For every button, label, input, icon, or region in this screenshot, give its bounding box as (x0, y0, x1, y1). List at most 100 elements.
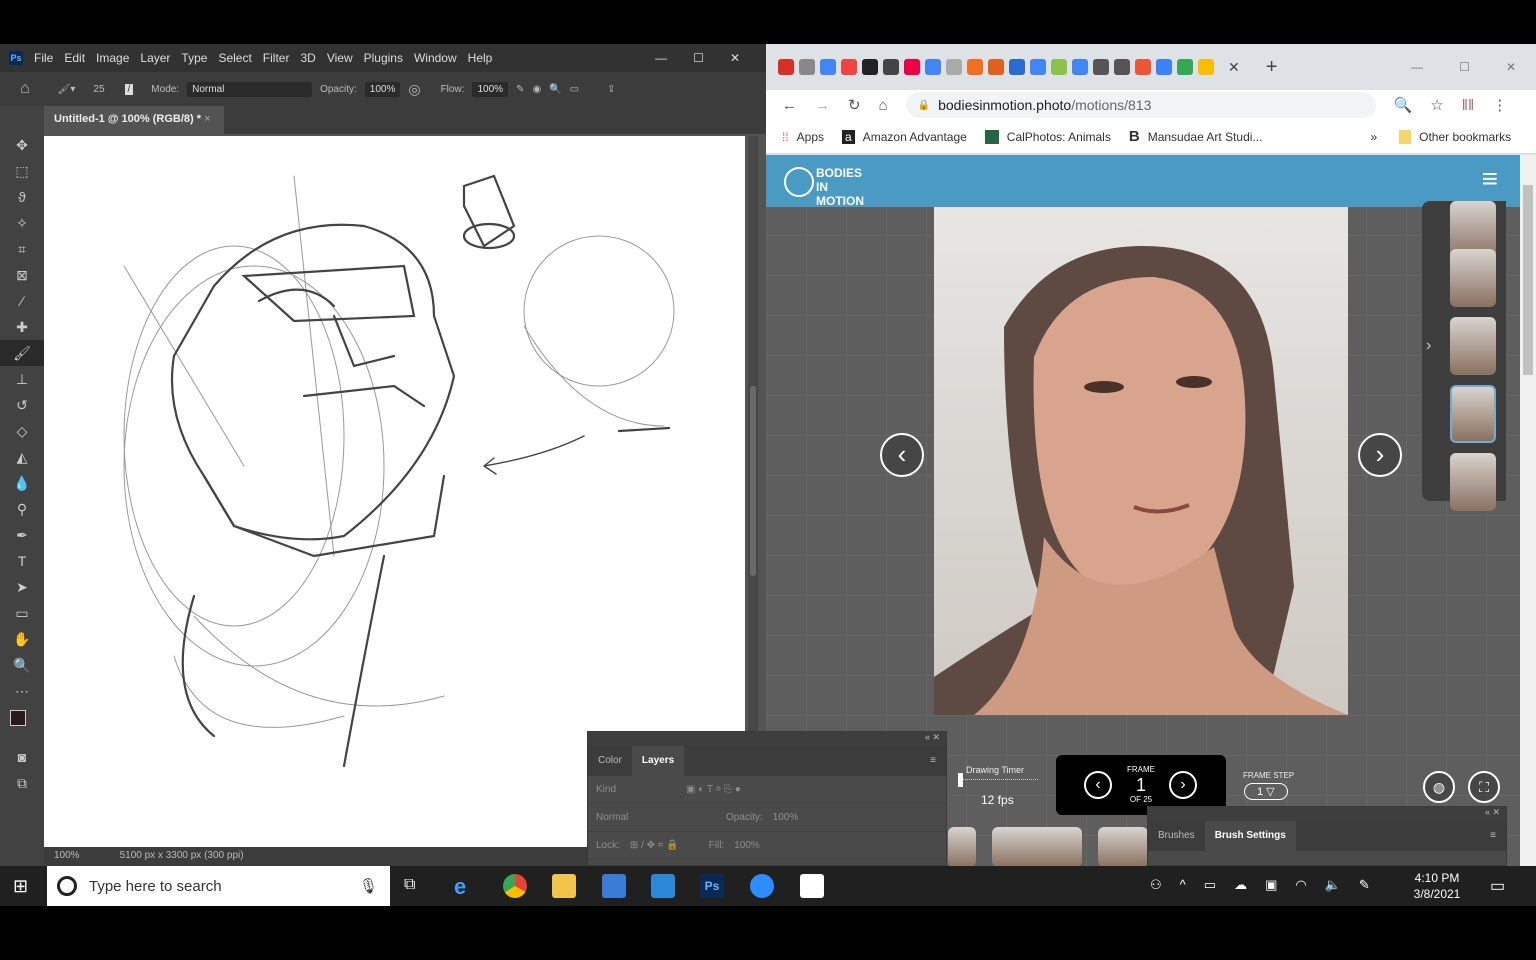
home-icon[interactable]: ⌂ (879, 97, 888, 114)
frame-tool-icon[interactable]: ⊠ (0, 262, 44, 288)
next-frame-button[interactable]: › (1169, 771, 1197, 799)
close-icon[interactable]: ✕ (1506, 60, 1516, 74)
browser-tab[interactable] (925, 59, 941, 75)
browser-tab[interactable] (904, 59, 920, 75)
browser-tab[interactable] (1135, 59, 1151, 75)
app-icon[interactable] (800, 874, 824, 898)
menu-help[interactable]: Help (468, 51, 493, 65)
bookmark-star-icon[interactable]: ☆ (1430, 96, 1443, 114)
blend-mode-select[interactable]: Normal (596, 812, 716, 823)
magic-wand-tool-icon[interactable]: ✧ (0, 210, 44, 236)
browser-tab[interactable] (1198, 59, 1214, 75)
file-explorer-icon[interactable] (552, 874, 576, 898)
tab-layers[interactable]: Layers (631, 746, 685, 776)
photoshop-taskbar-icon[interactable]: Ps (700, 874, 724, 898)
more-tools-icon[interactable]: ⋯ (0, 678, 44, 704)
dodge-tool-icon[interactable]: ⚲ (0, 496, 44, 522)
profile-icon[interactable]: ǁǁ (1462, 97, 1474, 114)
quick-mask-icon[interactable]: ◙ (0, 744, 44, 770)
bookmark-mansudae[interactable]: Mansudae Art Studi... (1148, 130, 1263, 144)
chrome-icon[interactable] (503, 874, 527, 898)
mode-select[interactable]: Normal (187, 81, 313, 97)
browser-tab[interactable] (820, 59, 836, 75)
browser-tab[interactable] (883, 59, 899, 75)
filmstrip-frame[interactable] (1098, 827, 1148, 867)
marquee-tool-icon[interactable]: ⬚ (0, 158, 44, 184)
minimize-icon[interactable]: — (655, 51, 667, 65)
thumbnail[interactable] (1450, 249, 1496, 307)
url-input[interactable]: 🔒 bodiesinmotion.photo/motions/813 (905, 92, 1376, 118)
menu-edit[interactable]: Edit (64, 51, 85, 65)
bookmark-apps[interactable]: Apps (797, 130, 824, 144)
bucket-tool-icon[interactable]: ◭ (0, 444, 44, 470)
browser-tab[interactable] (1114, 59, 1130, 75)
close-icon[interactable]: ✕ (730, 51, 740, 65)
browser-tab[interactable] (1051, 59, 1067, 75)
fullscreen-button[interactable]: ⛶ (1468, 771, 1500, 803)
task-view-icon[interactable]: ⧉ (404, 876, 415, 894)
volume-icon[interactable]: 🔈 (1325, 877, 1341, 893)
pen-icon[interactable]: ✎ (1359, 877, 1370, 893)
browser-tab[interactable] (1030, 59, 1046, 75)
rectangle-tool-icon[interactable]: ▭ (0, 600, 44, 626)
new-tab-button[interactable]: + (1266, 56, 1278, 79)
menu-window[interactable]: Window (414, 51, 457, 65)
healing-tool-icon[interactable]: ✚ (0, 314, 44, 340)
tab-color[interactable]: Color (588, 746, 632, 776)
maximize-icon[interactable]: ☐ (693, 51, 704, 65)
browser-tab[interactable] (1177, 59, 1193, 75)
menu-file[interactable]: File (34, 51, 53, 65)
timer-slider[interactable] (958, 773, 1038, 787)
zoom-tool-icon[interactable]: 🔍 (0, 652, 44, 678)
windows-start-icon[interactable]: ⊞ (13, 876, 28, 897)
menu-view[interactable]: View (327, 51, 353, 65)
move-tool-icon[interactable]: ✥ (0, 132, 44, 158)
people-icon[interactable]: ⚇ (1150, 877, 1162, 893)
zoom-level[interactable]: 100% (54, 850, 80, 863)
menu-filter[interactable]: Filter (263, 51, 290, 65)
reload-icon[interactable]: ↻ (848, 96, 861, 114)
menu-type[interactable]: Type (181, 51, 207, 65)
panel-menu-icon[interactable]: ≡ (1480, 821, 1506, 851)
battery-icon[interactable]: ▭ (1204, 877, 1216, 893)
flow-field[interactable]: 100% (472, 81, 509, 97)
browser-tab[interactable] (841, 59, 857, 75)
notifications-icon[interactable]: ▭ (1490, 876, 1505, 896)
panel-collapse-close[interactable]: « ✕ (588, 732, 946, 746)
fill-field[interactable]: 100% (734, 840, 760, 851)
wifi-icon[interactable]: ◠ (1295, 877, 1306, 893)
bookmark-calphotos[interactable]: CalPhotos: Animals (1007, 130, 1111, 144)
brush-panel-toggle-icon[interactable]: / (124, 83, 134, 95)
pressure-opacity-icon[interactable]: ◎ (408, 81, 420, 98)
menu-image[interactable]: Image (96, 51, 129, 65)
blur-tool-icon[interactable]: 💧 (0, 470, 44, 496)
pen-tool-icon[interactable]: ✒ (0, 522, 44, 548)
browser-tab[interactable] (799, 59, 815, 75)
taskbar-search[interactable]: Type here to search 🎙 (47, 866, 390, 906)
menu-select[interactable]: Select (218, 51, 251, 65)
thumbnail[interactable] (1450, 453, 1496, 511)
smoothing-icon[interactable]: ◉ (532, 84, 541, 95)
close-tab-icon[interactable]: × (204, 113, 210, 125)
menu-plugins[interactable]: Plugins (364, 51, 403, 65)
forward-icon[interactable]: → (815, 97, 830, 114)
tab-brush-settings[interactable]: Brush Settings (1204, 821, 1296, 851)
lock-icons[interactable]: ⊞ / ✥ ⌗ 🔒 (630, 840, 679, 851)
edge-icon[interactable]: e (454, 874, 478, 899)
browser-tab[interactable] (1009, 59, 1025, 75)
clock[interactable]: 4:10 PM 3/8/2021 (1412, 870, 1462, 902)
bookmark-amazon-advantage[interactable]: Amazon Advantage (863, 130, 967, 144)
page-scrollbar[interactable] (1520, 155, 1536, 866)
eyedropper-tool-icon[interactable]: ⁄ (0, 288, 44, 314)
zoom-icon[interactable]: 🔍 (1394, 96, 1413, 114)
browser-tab[interactable] (1156, 59, 1172, 75)
previous-motion-button[interactable]: ‹ (880, 433, 924, 477)
screen-mode-icon[interactable]: ⧉ (0, 770, 44, 796)
browser-tab[interactable] (1072, 59, 1088, 75)
workspace-icon[interactable]: ▭ (570, 84, 579, 95)
panel-collapse-close[interactable]: « ✕ (1148, 807, 1506, 821)
filmstrip-frame[interactable] (948, 827, 976, 867)
filmstrip-frame[interactable] (992, 827, 1082, 867)
browser-tab[interactable] (862, 59, 878, 75)
mail-icon[interactable] (651, 874, 675, 898)
